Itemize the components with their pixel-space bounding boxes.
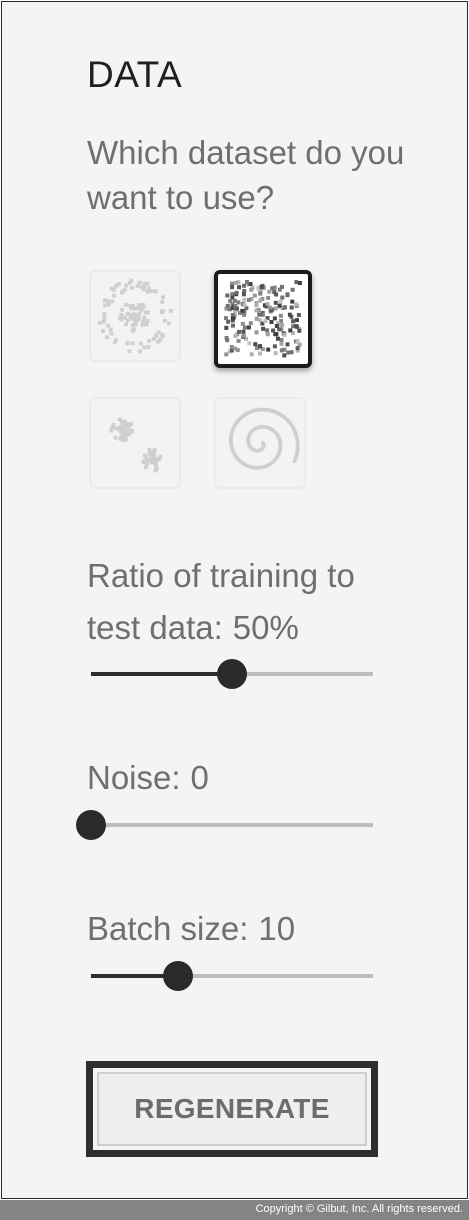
ratio-slider[interactable] bbox=[91, 657, 373, 691]
batch-size-label-text: Batch size: bbox=[87, 910, 249, 947]
noise-slider-rail bbox=[91, 823, 373, 827]
dataset-circle-thumbnail[interactable] bbox=[89, 270, 181, 362]
ratio-label-text: Ratio of training to test data: bbox=[87, 557, 355, 646]
gaussian-dataset-icon bbox=[109, 417, 163, 473]
noise-label: Noise: 0 bbox=[87, 752, 209, 804]
circle-dataset-icon bbox=[97, 278, 173, 354]
section-title: DATA bbox=[87, 54, 183, 95]
regenerate-button[interactable]: REGENERATE bbox=[86, 1061, 378, 1157]
batch-size-slider-handle[interactable] bbox=[163, 961, 194, 991]
ratio-label: Ratio of training to test data: 50% bbox=[87, 550, 407, 654]
ratio-value: 50% bbox=[232, 609, 299, 646]
spiral-dataset-icon bbox=[229, 407, 300, 470]
copyright-text: Copyright © Gilbut, Inc. All rights rese… bbox=[255, 1203, 463, 1215]
batch-size-label: Batch size: 10 bbox=[87, 903, 295, 955]
footer-bar: Copyright © Gilbut, Inc. All rights rese… bbox=[0, 1200, 469, 1220]
noise-label-text: Noise: bbox=[87, 759, 181, 796]
noise-slider-handle[interactable] bbox=[76, 810, 106, 840]
batch-size-value: 10 bbox=[258, 910, 296, 947]
dataset-spiral-thumbnail[interactable] bbox=[214, 397, 306, 489]
dataset-gaussian-thumbnail[interactable] bbox=[89, 397, 181, 489]
regenerate-button-label: REGENERATE bbox=[97, 1072, 367, 1146]
dataset-xor-thumbnail[interactable] bbox=[214, 270, 312, 368]
batch-size-slider[interactable] bbox=[91, 959, 373, 993]
noise-slider[interactable] bbox=[76, 808, 373, 842]
ratio-slider-fill bbox=[91, 672, 232, 676]
dataset-question: Which dataset do you want to use? bbox=[87, 134, 405, 216]
data-panel: DATA Which dataset do you want to use? R… bbox=[1, 1, 468, 1199]
ratio-slider-handle[interactable] bbox=[217, 659, 247, 689]
noise-value: 0 bbox=[190, 759, 209, 796]
xor-dataset-icon bbox=[224, 280, 302, 358]
